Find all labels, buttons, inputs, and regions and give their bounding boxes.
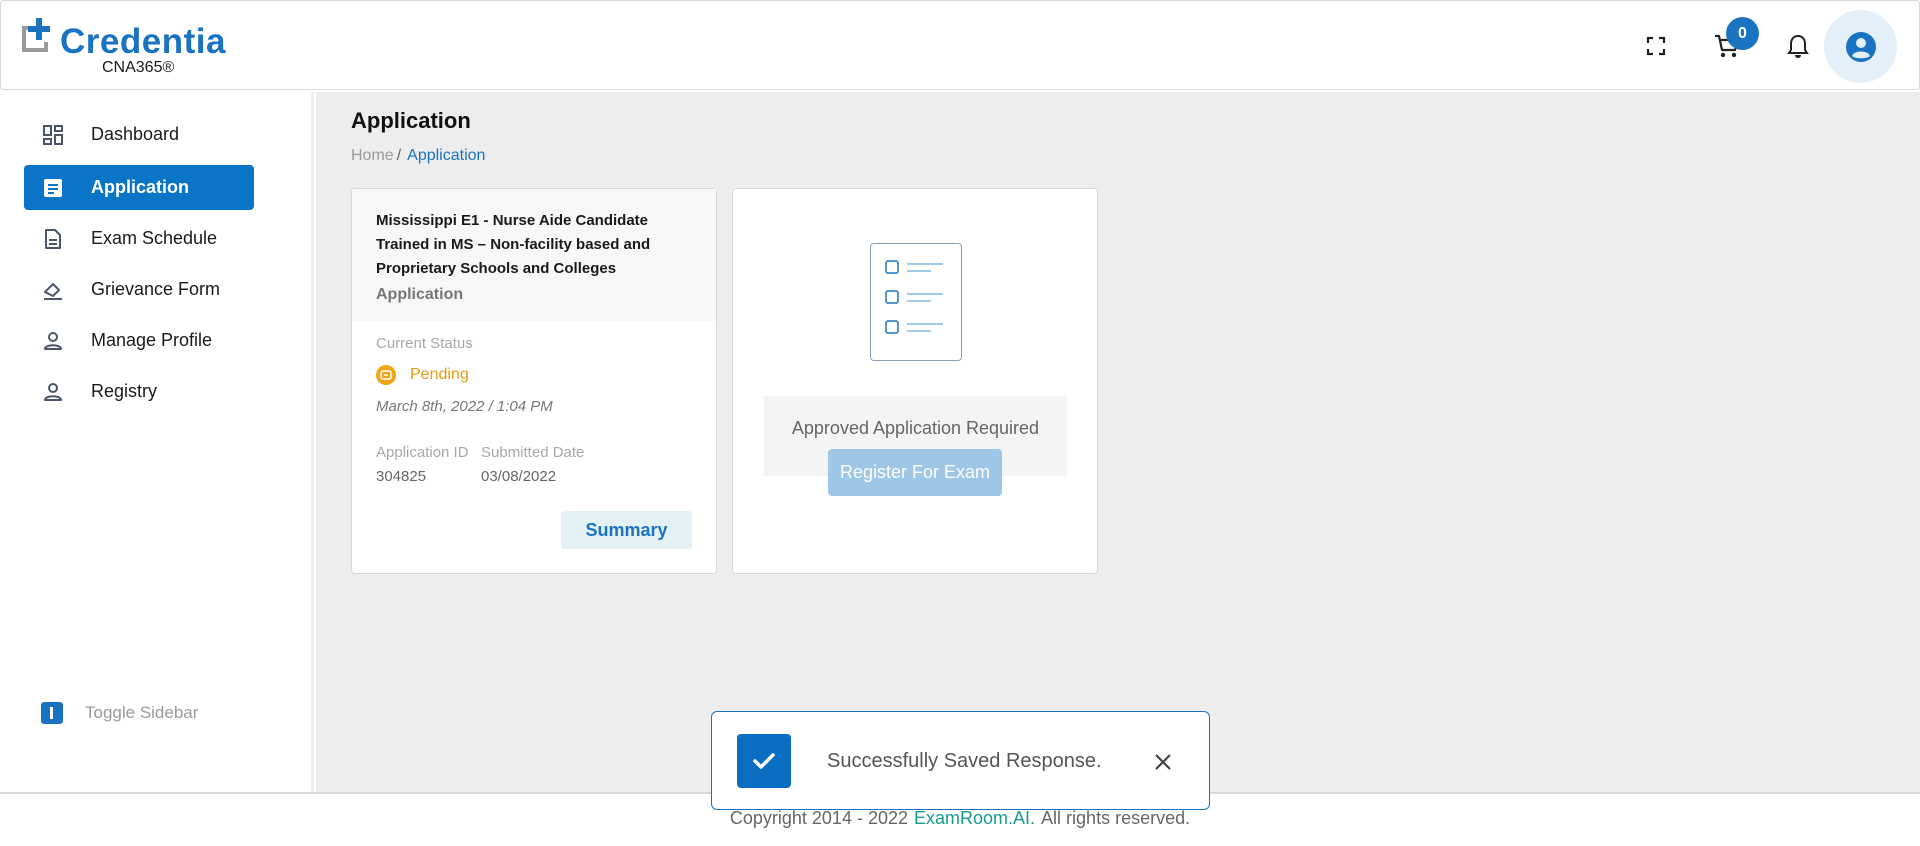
footer-copyright: Copyright 2014 - 2022 [729,808,908,828]
pending-icon [376,365,396,385]
checklist-illustration-icon [870,243,962,361]
toggle-sidebar-label: Toggle Sidebar [85,703,199,722]
application-id-value: 304825 [376,468,427,485]
account-avatar[interactable] [1824,10,1897,83]
breadcrumb-home[interactable]: Home [351,147,394,164]
bell-icon[interactable] [1783,31,1813,61]
person-icon [44,383,62,401]
account-icon [1845,31,1876,62]
status-row: Pending [376,365,469,385]
sidebar-item-label: Dashboard [91,124,180,144]
toast-message: Successfully Saved Response. [827,750,1102,772]
breadcrumb: Home / Application [351,147,485,165]
breadcrumb-current: Application [407,147,486,164]
submitted-date-value: 03/08/2022 [481,468,557,485]
toggle-sidebar-button[interactable]: Toggle Sidebar [41,702,198,724]
register-for-exam-button[interactable]: Register For Exam [828,449,1002,496]
logo-mark-icon [22,18,50,52]
check-icon [737,734,791,788]
application-icon [44,179,62,197]
sidebar-item-label: Grievance Form [91,279,221,299]
approved-required-message: Approved Application Required [791,418,1040,438]
cart-count-badge: 0 [1726,17,1759,50]
document-icon [45,229,61,249]
application-title: Mississippi E1 - Nurse Aide Candidate Tr… [376,212,651,277]
main-content: Application Home / Application Mississippi… [316,92,1920,792]
logo-subtitle: CNA365® [102,59,175,76]
logo-text: Credentia [60,22,226,61]
credentia-logo[interactable]: Credentia CNA365® [20,16,225,80]
status-date: March 8th, 2022 / 1:04 PM [376,398,553,415]
success-toast: Successfully Saved Response. [711,711,1210,810]
dashboard-icon [43,125,63,145]
sidebar-item-grievance-form[interactable]: Grievance Form [24,267,254,312]
sidebar-item-label: Application [91,177,189,197]
current-status-label: Current Status [376,335,473,352]
toggle-sidebar-icon [41,702,63,724]
top-header: Credentia CNA365® 0 [0,0,1920,90]
sidebar-item-exam-schedule[interactable]: Exam Schedule [24,216,254,261]
sidebar-item-label: Manage Profile [91,330,213,350]
sidebar-item-application[interactable]: Application [24,165,254,210]
close-icon[interactable] [1149,748,1177,776]
status-badge: Pending [410,366,469,383]
submitted-date-label: Submitted Date [481,444,585,461]
eraser-icon [44,283,62,300]
footer: Copyright 2014 - 2022 ExamRoom.AI. All rig… [0,808,1920,829]
breadcrumb-separator: / [396,147,402,164]
application-id-label: Application ID [376,444,469,461]
sidebar-item-registry[interactable]: Registry [24,369,254,414]
fullscreen-icon[interactable] [1641,31,1671,61]
application-card-header: Mississippi E1 - Nurse Aide Candidate Tr… [352,189,716,321]
footer-rights: All rights reserved. [1041,808,1191,828]
summary-button[interactable]: Summary [561,511,692,549]
sidebar-item-dashboard[interactable]: Dashboard [24,112,254,157]
person-icon [44,332,62,350]
sidebar: Dashboard Application Exam Schedule Grie… [0,92,314,792]
application-type: Application [376,286,464,303]
sidebar-item-manage-profile[interactable]: Manage Profile [24,318,254,363]
page-title: Application [351,108,471,133]
footer-brand-link[interactable]: ExamRoom.AI. [914,808,1035,828]
sidebar-item-label: Exam Schedule [91,228,218,248]
application-card: Mississippi E1 - Nurse Aide Candidate Tr… [351,188,717,574]
sidebar-item-label: Registry [91,381,158,401]
register-exam-card: Approved Application Required Register F… [732,188,1098,574]
